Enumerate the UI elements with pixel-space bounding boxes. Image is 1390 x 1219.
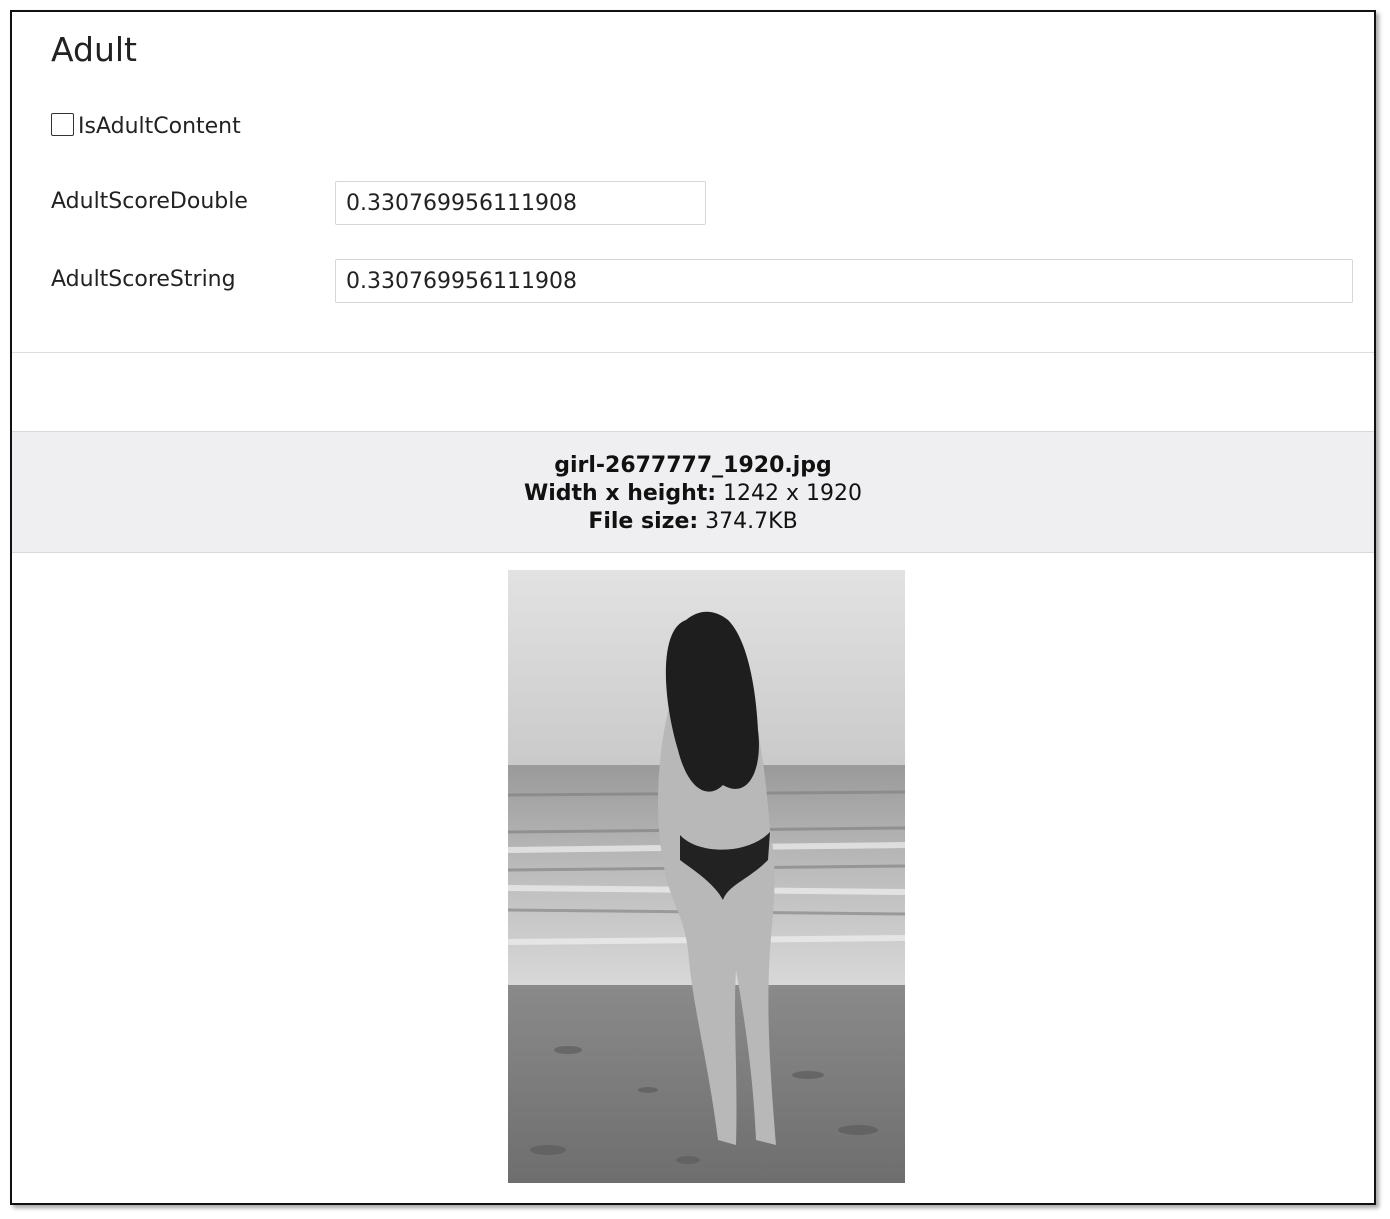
preview-image xyxy=(508,570,905,1183)
dimensions-label: Width x height: xyxy=(523,481,717,506)
is-adult-content-label[interactable]: IsAdultContent xyxy=(78,114,241,139)
adult-score-string-input[interactable] xyxy=(335,259,1353,303)
adult-score-double-label: AdultScoreDouble xyxy=(51,189,248,214)
is-adult-content-row: IsAdultContent xyxy=(51,112,241,139)
section-divider xyxy=(12,352,1374,353)
window-frame: Adult IsAdultContent AdultScoreDouble Ad… xyxy=(10,10,1376,1205)
filesize-label: File size: xyxy=(588,509,699,534)
adult-score-string-label: AdultScoreString xyxy=(51,267,236,292)
section-title: Adult xyxy=(51,30,137,69)
image-filename: girl-2677777_1920.jpg xyxy=(554,453,832,478)
filesize-value: 374.7KB xyxy=(705,509,798,534)
dimensions-value: 1242 x 1920 xyxy=(723,481,863,506)
is-adult-content-checkbox[interactable] xyxy=(51,113,74,136)
image-info-panel: girl-2677777_1920.jpg Width x height: 12… xyxy=(12,431,1374,553)
adult-score-double-input[interactable] xyxy=(335,181,706,225)
